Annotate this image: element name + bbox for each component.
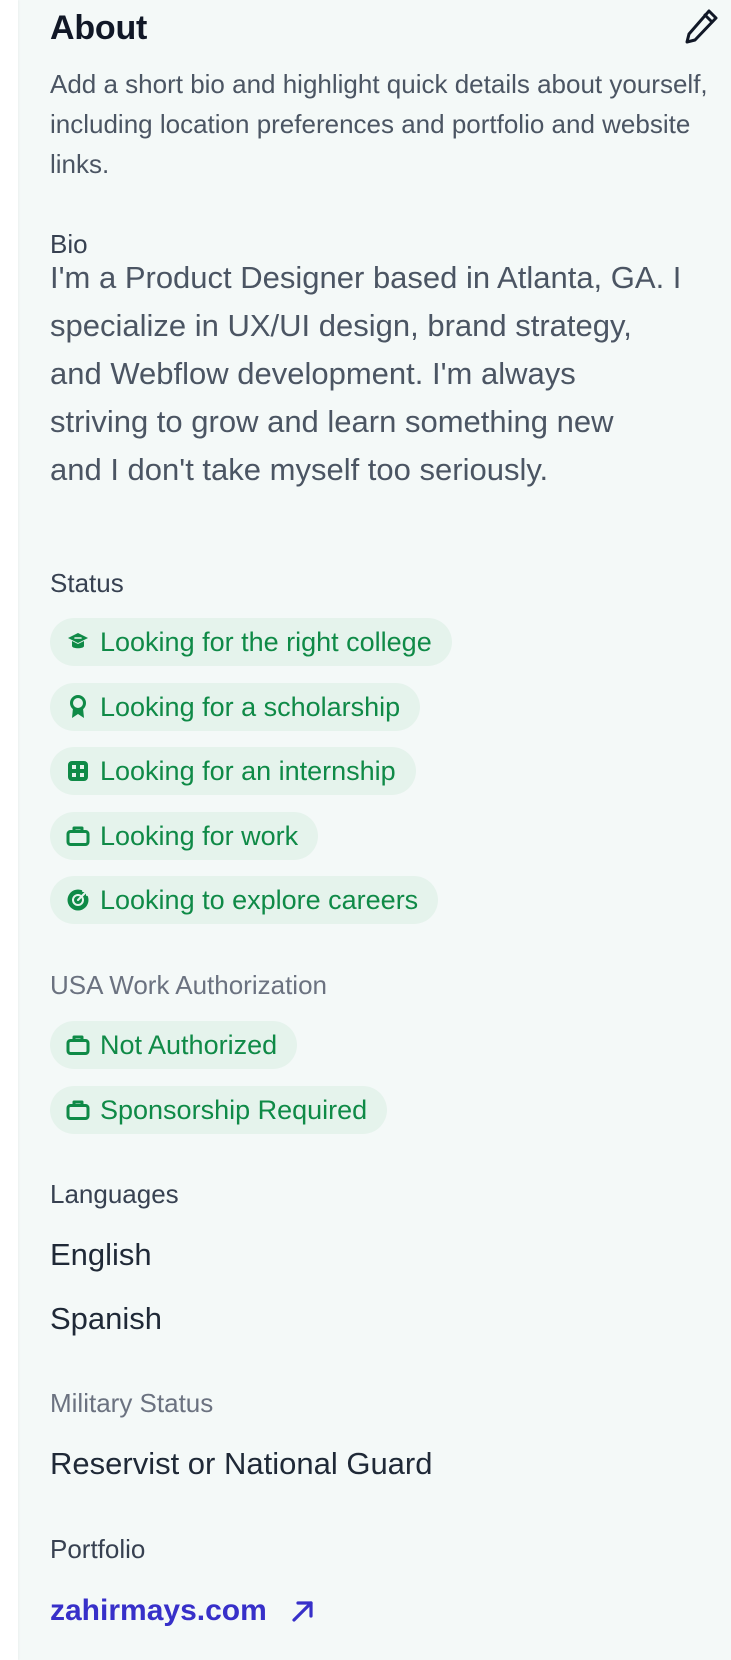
compass-target-icon	[66, 888, 90, 912]
language-item: English	[50, 1237, 152, 1272]
briefcase-icon	[66, 1033, 90, 1057]
work-authorization-label: USA Work Authorization	[50, 970, 327, 1000]
status-chip-work[interactable]: Looking for work	[50, 812, 319, 860]
external-arrow-icon	[289, 1597, 317, 1625]
language-item: Spanish	[50, 1301, 163, 1336]
status-chip-label: Looking to explore careers	[100, 884, 419, 915]
status-chip-label: Looking for the right college	[100, 626, 432, 657]
status-chip-label: Looking for an internship	[100, 755, 396, 786]
status-chip-college[interactable]: Looking for the right college	[50, 618, 452, 666]
portfolio-label: Portfolio	[50, 1534, 146, 1564]
work-auth-chip-not-authorized[interactable]: Not Authorized	[50, 1021, 298, 1069]
portfolio-link[interactable]: zahirmays.com	[50, 1589, 317, 1633]
status-chip-scholarship[interactable]: Looking for a scholarship	[50, 683, 421, 731]
status-chip-label: Looking for work	[100, 820, 299, 851]
portfolio-link-text: zahirmays.com	[50, 1594, 267, 1627]
military-status-label: Military Status	[50, 1388, 214, 1418]
about-title: About	[50, 9, 148, 47]
military-status-value: Reservist or National Guard	[50, 1446, 433, 1481]
id-badge-icon	[66, 759, 90, 783]
pencil-icon	[684, 7, 720, 50]
award-ribbon-icon	[66, 695, 90, 719]
bio-text: I'm a Product Designer based in Atlanta,…	[50, 260, 682, 487]
about-description: Add a short bio and highlight quick deta…	[50, 69, 708, 179]
status-chip-careers[interactable]: Looking to explore careers	[50, 876, 439, 924]
languages-label: Languages	[50, 1179, 179, 1209]
graduation-cap-icon	[66, 630, 90, 654]
about-section: About Add a short bio and highlight quic…	[50, 0, 731, 1660]
briefcase-icon	[66, 824, 90, 848]
sidebar-edge	[0, 0, 18, 1660]
work-auth-chip-sponsorship[interactable]: Sponsorship Required	[50, 1086, 388, 1134]
work-auth-chip-label: Not Authorized	[100, 1029, 278, 1060]
briefcase-icon	[66, 1098, 90, 1122]
edit-about-button[interactable]	[680, 6, 724, 50]
status-chip-label: Looking for a scholarship	[100, 691, 401, 722]
work-auth-chip-label: Sponsorship Required	[100, 1094, 368, 1125]
status-chip-internship[interactable]: Looking for an internship	[50, 747, 416, 795]
status-label: Status	[50, 568, 124, 598]
